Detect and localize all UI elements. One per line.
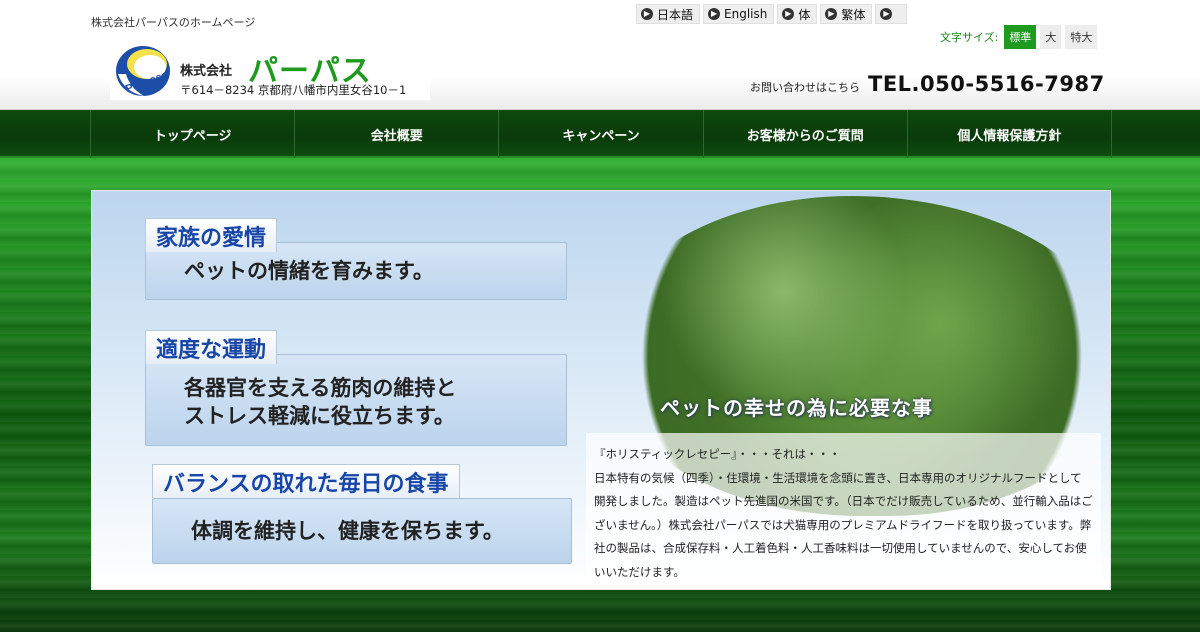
benefit-title: 家族の愛情 (145, 218, 278, 252)
benefit-body-line: 各器官を支える筋肉の維持と (184, 375, 457, 400)
benefit-body-line: ペットの情緒を育みます。 (184, 258, 434, 283)
lang-label: 繁体 (841, 7, 866, 22)
font-size-xlarge-button[interactable]: 特大 (1065, 25, 1098, 49)
arrow-right-icon: ▶ (708, 8, 721, 20)
contact-tel[interactable]: TEL.050-5516-7987 (868, 72, 1105, 96)
lang-label: English (724, 7, 768, 21)
hero-description: 『ホリスティックレセピー』・・・それは・・・ 日本特有の気候（四季）・住環境・生… (586, 433, 1101, 588)
logo-company-prefix: 株式会社 (180, 64, 233, 79)
main-nav: トップページ 会社概要 キャンペーン お客様からのご質問 個人情報保護方針 (0, 110, 1200, 158)
arrow-right-icon: ▶ (825, 8, 838, 20)
lang-english-button[interactable]: ▶ English (703, 4, 775, 24)
font-size-standard-button[interactable]: 標準 (1004, 25, 1037, 49)
benefit-body-line: ストレス軽減に役立ちます。 (184, 404, 455, 428)
lang-japanese-button[interactable]: ▶ 日本語 (636, 4, 701, 24)
site-header: 株式会社パーパスのホームページ Purpose 株式会社 パーパス 〒614－8… (0, 0, 1200, 110)
contact-info: お問い合わせはこちら TEL.050-5516-7987 (750, 72, 1105, 96)
font-size-switcher: 文字サイズ: 標準 大 特大 (940, 25, 1098, 49)
arrow-right-icon: ▶ (880, 8, 893, 20)
benefit-body: 各器官を支える筋肉の維持と ストレス軽減に役立ちます。 (145, 354, 567, 446)
site-logo[interactable]: Purpose 株式会社 パーパス 〒614－8234 京都府八幡市内里女谷10… (110, 42, 430, 100)
lang-label: 体 (798, 7, 811, 22)
nav-item-privacy[interactable]: 個人情報保護方針 (906, 110, 1113, 158)
company-address: 〒614－8234 京都府八幡市内里女谷10－1 (180, 83, 407, 97)
font-size-label: 文字サイズ: (940, 31, 999, 44)
arrow-right-icon: ▶ (641, 8, 653, 20)
nav-item-faq[interactable]: お客様からのご質問 (702, 110, 907, 158)
nav-items: トップページ 会社概要 キャンペーン お客様からのご質問 個人情報保護方針 (90, 110, 1113, 158)
benefit-body: 体調を維持し、健康を保ちます。 (152, 498, 572, 564)
purpose-logo-icon: Purpose (116, 46, 170, 96)
nav-item-campaign[interactable]: キャンペーン (498, 110, 702, 158)
lang-simplified-chinese-button[interactable]: ▶ 体 (777, 4, 818, 24)
benefit-body-line: 体調を維持し、健康を保ちます。 (191, 518, 504, 543)
nav-item-top[interactable]: トップページ (90, 110, 294, 158)
nav-item-company[interactable]: 会社概要 (294, 110, 498, 158)
lang-traditional-chinese-button[interactable]: ▶ 繁体 (820, 4, 873, 24)
arrow-right-icon: ▶ (782, 8, 795, 20)
benefit-title: 適度な運動 (145, 330, 278, 364)
language-switcher: ▶ 日本語 ▶ English ▶ 体 ▶ 繁体 ▶ (636, 4, 908, 24)
lang-label: 日本語 (657, 7, 694, 22)
lang-korean-button[interactable]: ▶ (875, 4, 908, 24)
hero-caption: ペットの幸せの為に必要な事 (660, 396, 933, 420)
benefit-title: バランスの取れた毎日の食事 (152, 464, 460, 498)
contact-label: お問い合わせはこちら (750, 81, 860, 94)
site-tagline: 株式会社パーパスのホームページ (91, 16, 256, 29)
font-size-large-button[interactable]: 大 (1040, 25, 1062, 49)
